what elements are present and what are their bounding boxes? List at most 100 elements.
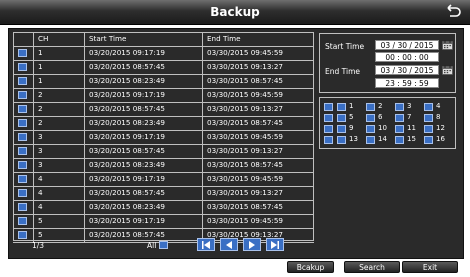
channel-label: 9 — [349, 124, 354, 132]
table-row[interactable]: 4 03/20/2015 08:23:49 03/30/2015 08:57:45 — [13, 200, 314, 215]
cell-ch: 3 — [38, 146, 43, 155]
channel-label: 6 — [378, 113, 383, 121]
last-page-button[interactable] — [266, 238, 284, 251]
exit-button[interactable]: Exit — [402, 261, 458, 273]
row-checkbox[interactable] — [18, 217, 27, 225]
channel-label: 11 — [407, 124, 416, 132]
channel-label: 15 — [407, 135, 416, 143]
cell-start-time: 03/20/2015 09:17:19 — [89, 48, 165, 57]
col-end-time: End Time — [207, 34, 241, 43]
row-checkbox[interactable] — [18, 119, 27, 127]
page-indicator: 1/3 — [32, 241, 45, 250]
select-all-label: All — [147, 241, 157, 250]
channel-checkbox-4[interactable] — [424, 103, 433, 111]
channel-checkbox-15[interactable] — [395, 136, 404, 144]
cell-end-time: 03/30/2015 09:45:59 — [207, 216, 283, 225]
channel-checkbox-1[interactable] — [337, 103, 346, 111]
channel-checkbox-9[interactable] — [337, 125, 346, 133]
cell-ch: 5 — [38, 230, 43, 239]
channel-label: 14 — [378, 135, 387, 143]
cell-start-time: 03/20/2015 08:23:49 — [89, 202, 165, 211]
table-row[interactable]: 3 03/20/2015 08:57:45 03/30/2015 09:13:27 — [13, 144, 314, 159]
table-row[interactable]: 5 03/20/2015 09:17:19 03/30/2015 09:45:59 — [13, 214, 314, 229]
table-row[interactable]: 2 03/20/2015 08:23:49 03/30/2015 08:57:45 — [13, 116, 314, 131]
row-checkbox[interactable] — [18, 147, 27, 155]
cell-start-time: 03/20/2015 09:17:19 — [89, 90, 165, 99]
channel-group-checkbox[interactable] — [324, 136, 333, 144]
row-checkbox[interactable] — [18, 49, 27, 57]
channel-checkbox-13[interactable] — [337, 136, 346, 144]
cell-start-time: 03/20/2015 08:23:49 — [89, 76, 165, 85]
cell-ch: 4 — [38, 174, 43, 183]
channel-group-checkbox[interactable] — [324, 125, 333, 133]
table-row[interactable]: 4 03/20/2015 09:17:19 03/30/2015 09:45:59 — [13, 172, 314, 187]
cell-start-time: 03/20/2015 09:17:19 — [89, 174, 165, 183]
start-date-field[interactable]: 03 / 30 / 2015 — [375, 40, 439, 50]
search-button[interactable]: Search — [344, 261, 400, 273]
channel-label: 8 — [436, 113, 441, 121]
start-calendar-icon[interactable] — [442, 40, 453, 50]
table-row[interactable]: 2 03/20/2015 09:17:19 03/30/2015 09:45:59 — [13, 88, 314, 103]
table-row[interactable]: 4 03/20/2015 08:57:45 03/30/2015 09:13:27 — [13, 186, 314, 201]
channel-checkbox-10[interactable] — [366, 125, 375, 133]
start-time-field[interactable]: 00 : 00 : 00 — [375, 52, 439, 62]
channel-checkbox-2[interactable] — [366, 103, 375, 111]
cell-start-time: 03/20/2015 08:23:49 — [89, 118, 165, 127]
cell-end-time: 03/30/2015 09:45:59 — [207, 48, 283, 57]
channel-checkbox-5[interactable] — [337, 114, 346, 122]
row-checkbox[interactable] — [18, 105, 27, 113]
channel-checkbox-3[interactable] — [395, 103, 404, 111]
end-time-label: End Time — [325, 67, 360, 76]
record-table: CH Start Time End Time 1 03/20/2015 09:17… — [13, 32, 314, 243]
first-page-icon — [202, 241, 210, 249]
row-checkbox[interactable] — [18, 189, 27, 197]
prev-page-button[interactable] — [220, 238, 238, 251]
cell-end-time: 03/30/2015 09:13:27 — [207, 104, 283, 113]
row-checkbox[interactable] — [18, 161, 27, 169]
back-icon[interactable] — [444, 2, 462, 20]
cell-end-time: 03/30/2015 08:57:45 — [207, 160, 283, 169]
window-title: Backup — [210, 5, 260, 19]
channel-checkbox-14[interactable] — [366, 136, 375, 144]
row-checkbox[interactable] — [18, 175, 27, 183]
last-page-icon — [271, 241, 279, 249]
table-row[interactable]: 3 03/20/2015 09:17:19 03/30/2015 09:45:59 — [13, 130, 314, 145]
row-checkbox[interactable] — [18, 133, 27, 141]
channel-checkbox-8[interactable] — [424, 114, 433, 122]
cell-ch: 5 — [38, 216, 43, 225]
channel-checkbox-16[interactable] — [424, 136, 433, 144]
row-checkbox[interactable] — [18, 63, 27, 71]
time-range-panel: Start Time 03 / 30 / 2015 00 : 00 : 00 E… — [319, 33, 456, 93]
start-time-label: Start Time — [325, 42, 365, 51]
backup-button[interactable]: Bcakup — [287, 261, 334, 273]
cell-start-time: 03/20/2015 08:57:45 — [89, 146, 165, 155]
channel-label: 16 — [436, 135, 445, 143]
channel-checkbox-7[interactable] — [395, 114, 404, 122]
table-row[interactable]: 1 03/20/2015 08:23:49 03/30/2015 08:57:45 — [13, 74, 314, 89]
row-checkbox[interactable] — [18, 77, 27, 85]
row-checkbox[interactable] — [18, 91, 27, 99]
table-row[interactable]: 2 03/20/2015 08:57:45 03/30/2015 09:13:27 — [13, 102, 314, 117]
cell-ch: 2 — [38, 104, 43, 113]
channel-all-checkbox[interactable] — [324, 103, 333, 111]
end-time-field[interactable]: 23 : 59 : 59 — [375, 78, 439, 88]
end-date-field[interactable]: 03 / 30 / 2015 — [375, 65, 439, 75]
table-row[interactable]: 3 03/20/2015 08:23:49 03/30/2015 08:57:45 — [13, 158, 314, 173]
first-page-button[interactable] — [197, 238, 215, 251]
channel-checkbox-11[interactable] — [395, 125, 404, 133]
cell-end-time: 03/30/2015 09:13:27 — [207, 62, 283, 71]
select-all-checkbox[interactable] — [159, 241, 168, 249]
cell-start-time: 03/20/2015 08:57:45 — [89, 104, 165, 113]
end-calendar-icon[interactable] — [442, 65, 453, 75]
cell-end-time: 03/30/2015 09:45:59 — [207, 132, 283, 141]
channel-label: 13 — [349, 135, 358, 143]
channel-checkbox-12[interactable] — [424, 125, 433, 133]
table-row[interactable]: 1 03/20/2015 08:57:45 03/30/2015 09:13:27 — [13, 60, 314, 75]
next-page-button[interactable] — [243, 238, 261, 251]
channel-group-checkbox[interactable] — [324, 114, 333, 122]
row-checkbox[interactable] — [18, 203, 27, 211]
cell-end-time: 03/30/2015 09:13:27 — [207, 188, 283, 197]
row-checkbox[interactable] — [18, 231, 27, 239]
table-row[interactable]: 1 03/20/2015 09:17:19 03/30/2015 09:45:59 — [13, 46, 314, 61]
channel-checkbox-6[interactable] — [366, 114, 375, 122]
